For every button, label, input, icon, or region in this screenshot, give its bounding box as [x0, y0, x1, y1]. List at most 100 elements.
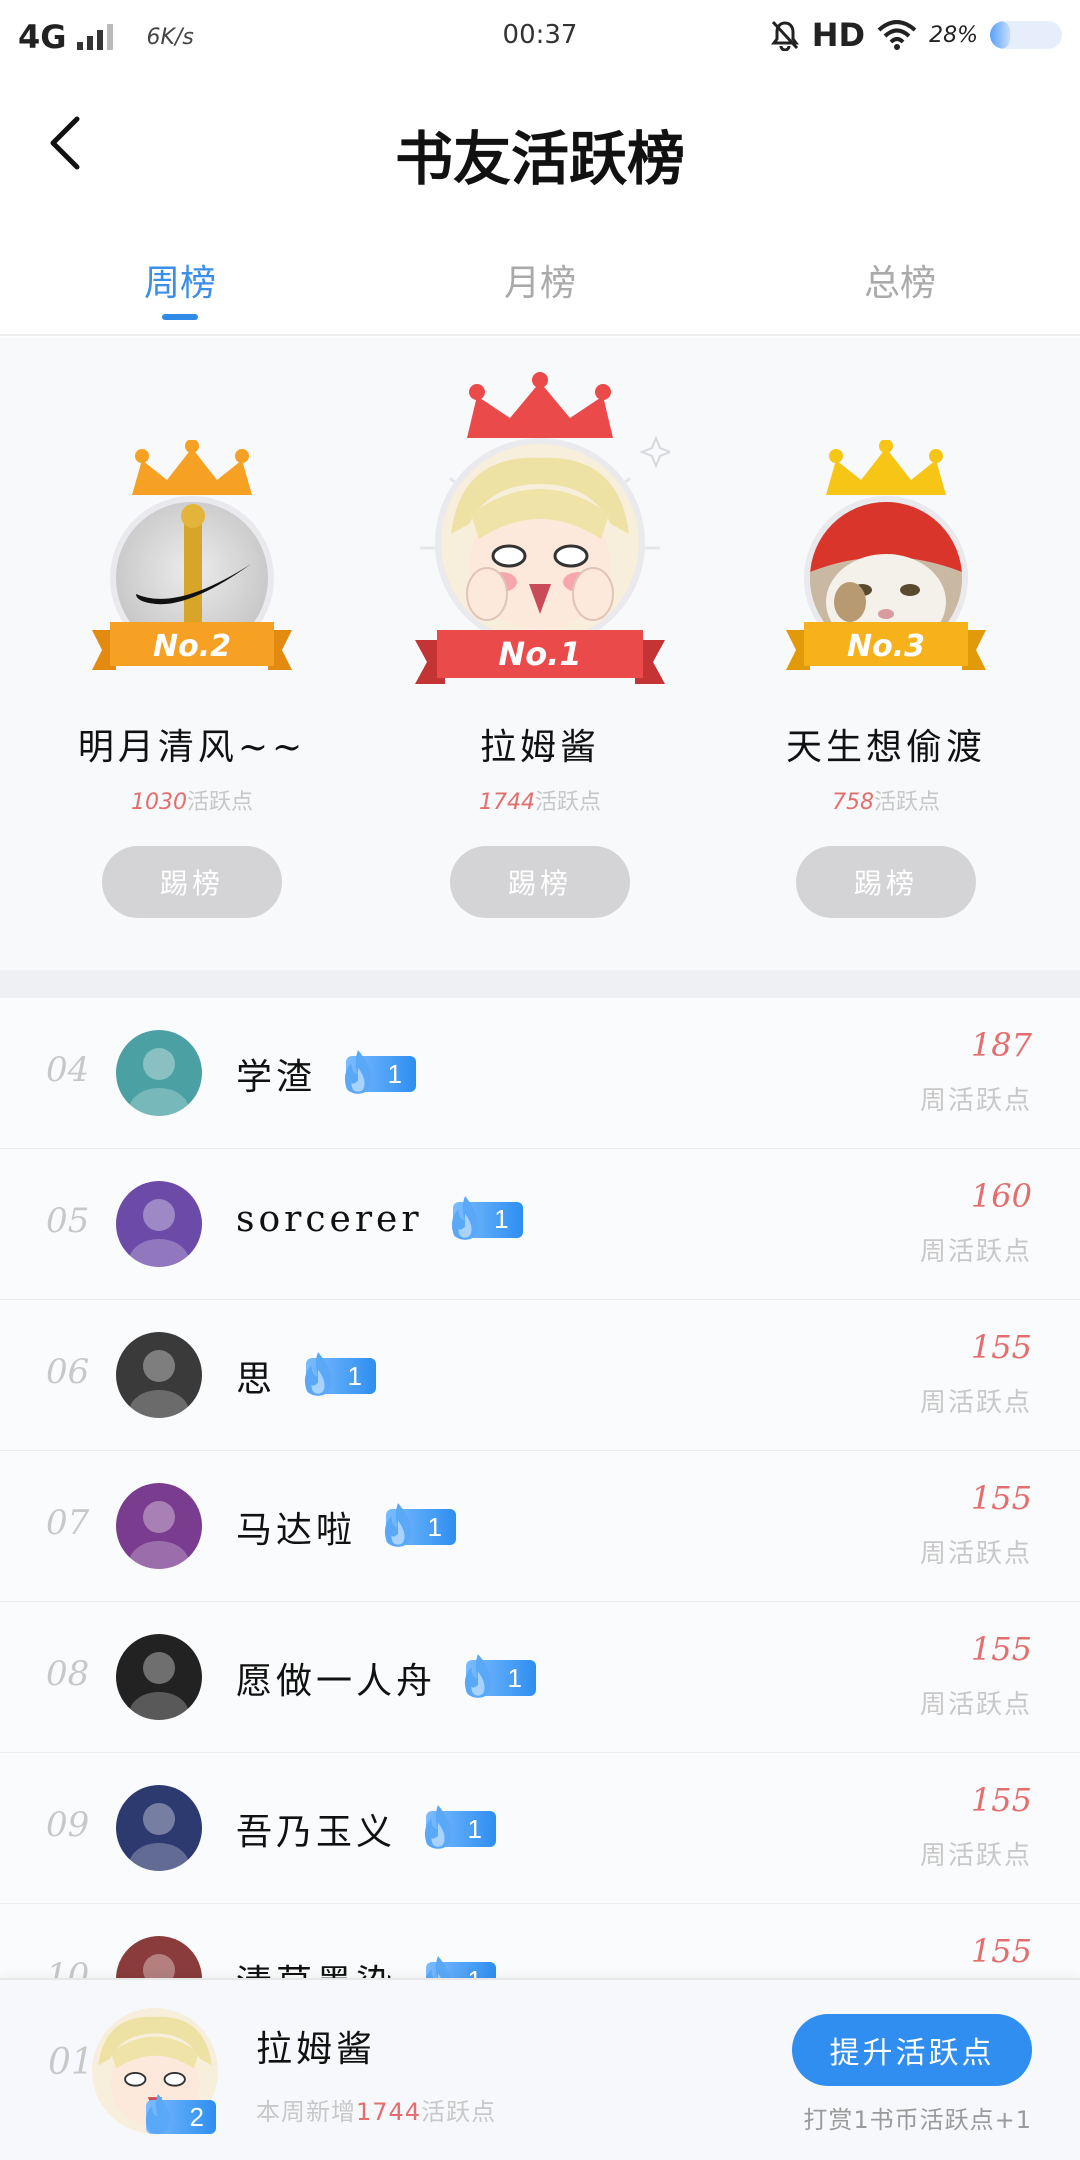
podium-score: 1030活跃点: [130, 790, 253, 815]
rank-ribbon: No.3: [786, 618, 986, 674]
rank-ribbon: No.2: [92, 618, 292, 674]
boost-hint: 打赏1书币活跃点+1: [803, 2106, 1032, 2134]
tab-monthly[interactable]: 月榜: [360, 240, 720, 334]
tab-label: 周榜: [143, 263, 216, 304]
flame-icon: [304, 1352, 332, 1396]
activity-score-label: 周活跃点: [919, 1086, 1032, 1116]
avatar[interactable]: [116, 1332, 202, 1418]
list-item[interactable]: 06 思 1 155 周活跃点: [0, 1300, 1080, 1451]
list-item[interactable]: 07 马达啦 1 155 周活跃点: [0, 1451, 1080, 1602]
rank-number: 08: [46, 1654, 90, 1694]
activity-score-label: 周活跃点: [919, 1841, 1032, 1871]
my-name: 拉姆酱: [256, 2029, 377, 2070]
avatar[interactable]: [116, 1181, 202, 1267]
activity-score: 155: [970, 1328, 1032, 1366]
activity-score-label: 周活跃点: [919, 1388, 1032, 1418]
list-item[interactable]: 09 吾乃玉义 1 155 周活跃点: [0, 1753, 1080, 1904]
crown-icon: [132, 440, 252, 495]
tab-label: 月榜: [503, 263, 576, 304]
crown-icon: [826, 440, 946, 495]
ranking-list: 04 学渣 1 187 周活跃点 05 sorcerer 1 160 周活跃点 …: [0, 998, 1080, 1978]
rank-ribbon: No.1: [415, 626, 665, 684]
user-name: 学渣 1: [236, 1048, 417, 1100]
hd-indicator: HD: [811, 16, 866, 54]
fire-badge: 1: [384, 1503, 457, 1547]
fire-badge: 1: [424, 1805, 497, 1849]
battery-icon: [990, 21, 1062, 49]
rank-number: 07: [46, 1503, 90, 1543]
activity-score: 155: [970, 1781, 1032, 1819]
avatar-image: [116, 1785, 202, 1871]
user-name: 思 1: [236, 1350, 377, 1402]
avatar-image: [116, 1181, 202, 1267]
avatar[interactable]: [116, 1483, 202, 1569]
tab-label: 总榜: [863, 263, 936, 304]
avatar[interactable]: [116, 1030, 202, 1116]
activity-score-label: 周活跃点: [919, 1237, 1032, 1267]
rank-number: 06: [46, 1352, 90, 1392]
my-weekly-increase: 本周新增1744活跃点: [256, 2098, 497, 2126]
activity-score-label: 周活跃点: [919, 1690, 1032, 1720]
activity-score: 155: [970, 1630, 1032, 1668]
flame-icon: [425, 1956, 451, 1978]
fire-badge: 1: [304, 1352, 377, 1396]
rank-number: 04: [46, 1050, 90, 1090]
section-divider: [0, 970, 1080, 998]
activity-score-label: 周活跃点: [919, 1539, 1032, 1569]
page-title: 书友活跃榜: [394, 125, 685, 193]
user-name: 愿做一人舟 1: [236, 1652, 537, 1704]
avatar[interactable]: [116, 1634, 202, 1720]
avatar-image: [116, 1483, 202, 1569]
fire-badge: 1: [464, 1654, 537, 1698]
avatar-image: [116, 1030, 202, 1116]
podium-first: No.1 拉姆酱 1744活跃点 踢榜: [390, 372, 690, 918]
my-rank-number: 01: [48, 2042, 94, 2083]
list-item[interactable]: 10 清莫墨染 1 155 周活跃点: [0, 1904, 1080, 1978]
fire-badge: 1: [344, 1050, 417, 1094]
list-item[interactable]: 08 愿做一人舟 1 155 周活跃点: [0, 1602, 1080, 1753]
flame-icon: [146, 2094, 170, 2134]
list-item[interactable]: 04 学渣 1 187 周活跃点: [0, 998, 1080, 1149]
header: 书友活跃榜: [0, 72, 1080, 222]
user-name: 吾乃玉义 1: [236, 1803, 497, 1855]
kick-button[interactable]: 踢榜: [796, 846, 976, 918]
list-item[interactable]: 05 sorcerer 1 160 周活跃点: [0, 1149, 1080, 1300]
podium-name[interactable]: 天生想偷渡: [736, 718, 1036, 770]
user-name: 马达啦 1: [236, 1501, 457, 1553]
tab-total[interactable]: 总榜: [720, 240, 1080, 334]
podium-score: 758活跃点: [831, 790, 940, 815]
activity-score: 155: [970, 1479, 1032, 1517]
rank-number: 10: [46, 1956, 90, 1978]
flame-icon: [424, 1805, 452, 1849]
podium: No.2 明月清风~~ 1030活跃点 踢榜 No.1 拉姆酱 1744活跃点 …: [0, 338, 1080, 970]
user-name: sorcerer 1: [236, 1195, 523, 1240]
kick-button[interactable]: 踢榜: [102, 846, 282, 918]
status-bar: 4G 6K/s 00:37 HD 28%: [0, 0, 1080, 72]
my-fire-badge: 2: [146, 2094, 216, 2134]
activity-score: 160: [970, 1177, 1032, 1215]
boost-activity-button[interactable]: 提升活跃点: [792, 2014, 1032, 2086]
mute-bell-icon: [770, 20, 799, 51]
rank-label: No.1: [498, 635, 582, 673]
fire-badge: 1: [425, 1956, 497, 1978]
podium-score: 1744活跃点: [478, 790, 601, 815]
avatar[interactable]: [116, 1785, 202, 1871]
podium-name[interactable]: 明月清风~~: [42, 718, 342, 770]
tab-indicator: [162, 314, 198, 320]
kick-button[interactable]: 踢榜: [450, 846, 630, 918]
podium-second: No.2 明月清风~~ 1030活跃点 踢榜: [42, 440, 342, 918]
my-rank-bar: 01 2 拉姆酱 本周新增1744活跃点 提升活跃点 打赏1书币活跃点+1: [0, 1978, 1080, 2160]
battery-percent: 28%: [929, 22, 978, 48]
avatar[interactable]: [435, 438, 645, 648]
avatar-image: [116, 1332, 202, 1418]
flame-icon: [451, 1195, 478, 1240]
rank-number: 05: [46, 1201, 90, 1241]
podium-name[interactable]: 拉姆酱: [390, 718, 690, 770]
fire-badge: 1: [451, 1195, 523, 1240]
anime-girl-image: [441, 444, 639, 642]
flame-icon: [344, 1050, 372, 1094]
flame-icon: [384, 1503, 412, 1547]
tab-weekly[interactable]: 周榜: [0, 240, 360, 334]
avatar[interactable]: [116, 1936, 202, 1978]
tab-bar: 周榜 月榜 总榜: [0, 240, 1080, 336]
